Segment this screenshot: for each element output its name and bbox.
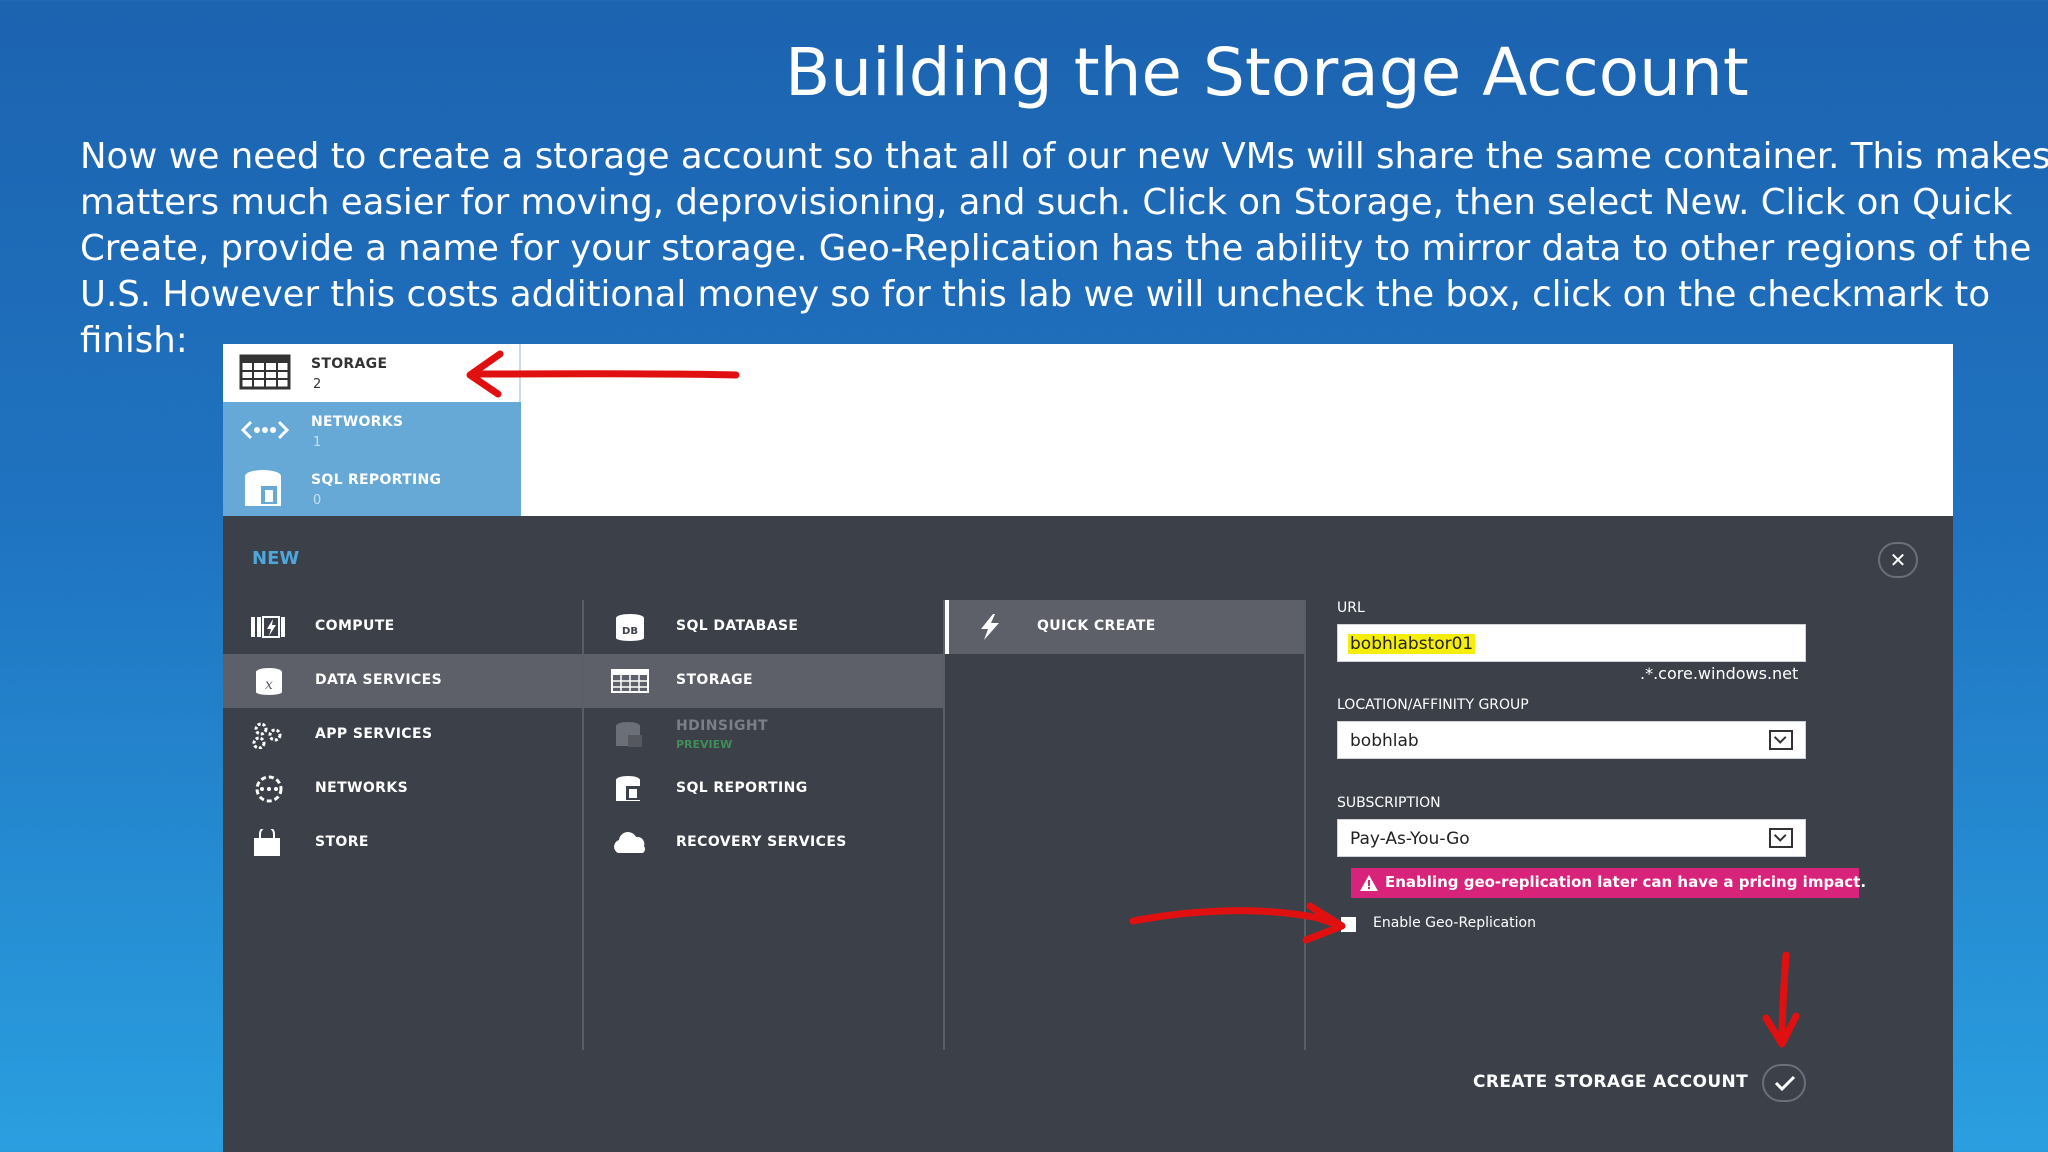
service-recovery-services[interactable]: RECOVERY SERVICES <box>584 816 943 870</box>
slide-body: Now we need to create a storage account … <box>80 134 2048 364</box>
location-value: bobhlab <box>1350 731 1419 751</box>
nav-item-label: STORAGE <box>311 356 388 372</box>
subscription-label: SUBSCRIPTION <box>1337 795 1441 811</box>
lightning-icon <box>981 614 999 640</box>
sql-reporting-icon <box>245 470 281 506</box>
checkmark-icon <box>1774 1075 1796 1092</box>
category-label: APP SERVICES <box>315 726 433 742</box>
close-icon: ✕ <box>1889 548 1907 572</box>
quick-create-label: QUICK CREATE <box>1037 618 1156 634</box>
body-line: Now we need to create a storage account … <box>80 136 2048 177</box>
nav-item-networks[interactable]: NETWORKS 1 <box>223 402 521 460</box>
network-icon <box>240 420 290 440</box>
sql-reporting-icon <box>616 776 640 801</box>
storage-grid-icon <box>611 669 649 693</box>
nav-item-count: 0 <box>313 493 322 508</box>
category-label: COMPUTE <box>315 618 395 634</box>
column-divider <box>1304 600 1306 1050</box>
category-data-services[interactable]: x DATA SERVICES <box>223 654 582 708</box>
nav-item-sql-reporting[interactable]: SQL REPORTING 0 <box>223 460 521 518</box>
svg-text:DB: DB <box>622 626 638 637</box>
subscription-value: Pay-As-You-Go <box>1350 829 1470 849</box>
nav-item-count: 2 <box>313 377 322 392</box>
svg-text:x: x <box>265 677 273 693</box>
column-divider <box>943 600 945 1050</box>
category-label: STORE <box>315 834 369 850</box>
network-icon <box>255 775 283 803</box>
app-services-icon <box>252 722 282 749</box>
create-storage-account-button[interactable] <box>1762 1064 1806 1102</box>
nav-item-count: 1 <box>313 435 322 450</box>
selection-indicator <box>945 600 949 654</box>
service-label: HDINSIGHT <box>676 718 768 734</box>
subscription-select[interactable]: Pay-As-You-Go <box>1337 819 1806 857</box>
service-label: STORAGE <box>676 672 754 688</box>
body-line: Create, provide a name for your storage.… <box>80 228 2032 269</box>
preview-badge: PREVIEW <box>676 738 733 751</box>
service-hdinsight: HDINSIGHT PREVIEW <box>584 708 943 762</box>
body-line: matters much easier for moving, deprovis… <box>80 182 2013 223</box>
location-select[interactable]: bobhlab <box>1337 721 1806 759</box>
url-input[interactable]: bobhlabstor01 <box>1337 624 1806 662</box>
service-label: RECOVERY SERVICES <box>676 834 847 850</box>
warning-icon <box>1360 875 1378 891</box>
location-label: LOCATION/AFFINITY GROUP <box>1337 697 1529 713</box>
url-suffix: .*.core.windows.net <box>1640 664 1799 683</box>
category-store[interactable]: STORE <box>223 816 582 870</box>
warning-text: Enabling geo-replication later can have … <box>1385 873 1867 891</box>
url-value: bobhlabstor01 <box>1348 634 1476 654</box>
nav-item-label: NETWORKS <box>311 414 404 430</box>
service-label: SQL REPORTING <box>676 780 808 796</box>
geo-replication-checkbox[interactable] <box>1341 917 1356 932</box>
geo-replication-warning: Enabling geo-replication later can have … <box>1351 868 1866 898</box>
category-label: NETWORKS <box>315 780 409 796</box>
store-bag-icon <box>254 829 280 856</box>
slide-title: Building the Storage Account <box>785 34 1749 111</box>
hdinsight-icon <box>616 722 642 747</box>
quick-create-option[interactable]: QUICK CREATE <box>945 600 1304 654</box>
body-line: U.S. However this costs additional money… <box>80 274 1991 315</box>
nav-item-storage[interactable]: STORAGE 2 <box>223 344 521 402</box>
create-storage-account-label: CREATE STORAGE ACCOUNT <box>1473 1072 1749 1092</box>
sql-database-icon: DB <box>616 614 644 641</box>
close-button[interactable]: ✕ <box>1878 542 1918 578</box>
url-label: URL <box>1337 600 1365 616</box>
category-networks[interactable]: NETWORKS <box>223 762 582 816</box>
category-app-services[interactable]: APP SERVICES <box>223 708 582 762</box>
category-compute[interactable]: COMPUTE <box>223 600 582 654</box>
category-label: DATA SERVICES <box>315 672 443 688</box>
service-sql-reporting[interactable]: SQL REPORTING <box>584 762 943 816</box>
geo-replication-label: Enable Geo-Replication <box>1373 915 1536 931</box>
chevron-down-icon <box>1769 730 1793 750</box>
portal-left-nav: STORAGE 2 NETWORKS 1 SQL REPORTING 0 <box>223 344 521 516</box>
new-drawer-title: NEW <box>252 548 300 569</box>
service-storage[interactable]: STORAGE <box>584 654 943 708</box>
service-sql-database[interactable]: DB SQL DATABASE <box>584 600 943 654</box>
compute-icon <box>251 616 285 638</box>
storage-grid-icon <box>239 354 291 390</box>
cloud-icon <box>614 832 645 853</box>
service-label: SQL DATABASE <box>676 618 799 634</box>
data-services-icon: x <box>256 668 282 695</box>
chevron-down-icon <box>1769 828 1793 848</box>
nav-item-label: SQL REPORTING <box>311 472 442 488</box>
